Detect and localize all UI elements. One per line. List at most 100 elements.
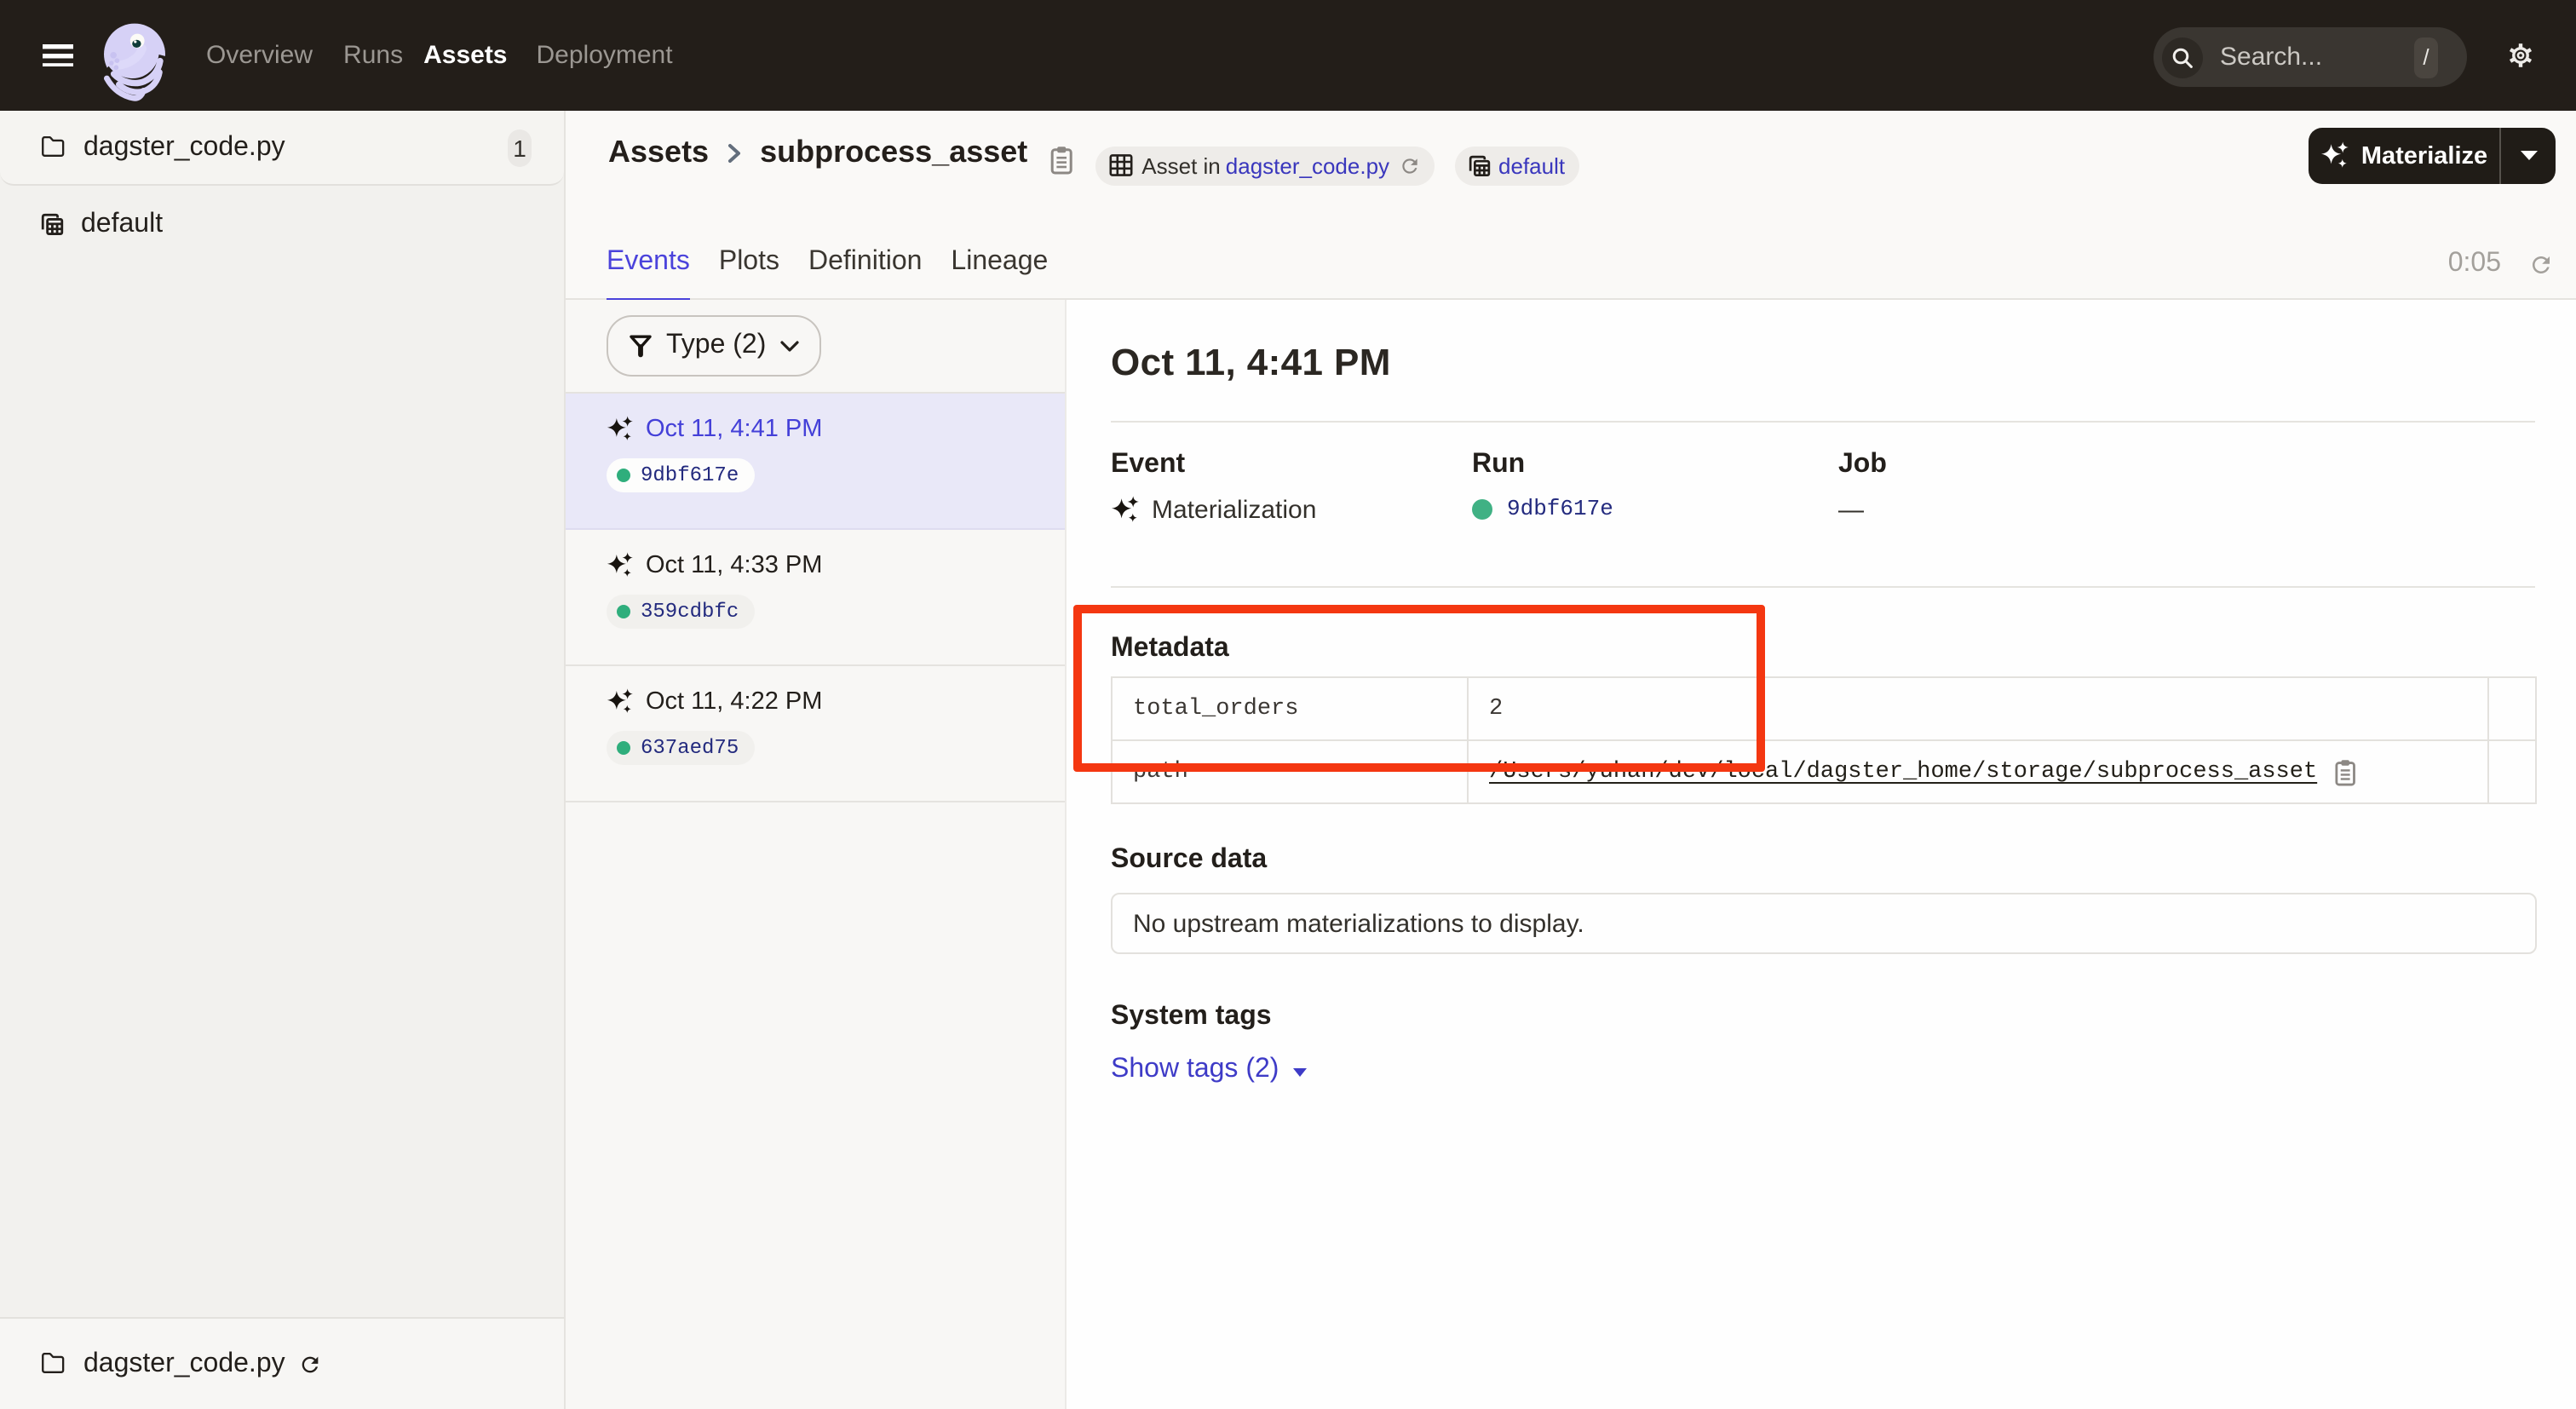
- run-status-dot: [617, 741, 630, 755]
- folder-icon: [41, 137, 65, 158]
- search-input[interactable]: Search... /: [2153, 27, 2467, 87]
- sidebar-bottom-code-location[interactable]: dagster_code.py: [0, 1317, 564, 1409]
- page-header: Assets subprocess_asset Asset in dagster…: [566, 111, 2576, 300]
- sparkle-icon: [1111, 496, 1140, 525]
- asset-definition-chip[interactable]: Asset in dagster_code.py: [1095, 146, 1434, 185]
- asset-group-icon: [41, 214, 64, 237]
- nav-item-deployment[interactable]: Deployment: [537, 41, 673, 70]
- caret-down-icon: [1292, 1067, 1306, 1076]
- run-status-dot: [1472, 498, 1492, 519]
- type-filter-button[interactable]: Type (2): [607, 315, 820, 377]
- run-id-link[interactable]: 9dbf617e: [1507, 496, 1613, 521]
- event-column-label: Event: [1111, 450, 1316, 480]
- event-time-row: Oct 11, 4:22 PM: [607, 688, 1024, 716]
- copy-icon[interactable]: [2332, 757, 2358, 786]
- tab-lineage[interactable]: Lineage: [951, 247, 1048, 302]
- search-icon-wrap: [2162, 37, 2203, 78]
- path-link[interactable]: /Users/yuhan/dev/local/dagster_home/stor…: [1489, 759, 2317, 785]
- event-detail-title: Oct 11, 4:41 PM: [1111, 341, 1391, 385]
- table-grid-icon: [1109, 153, 1133, 177]
- sidebar-item-code-location[interactable]: dagster_code.py 1: [0, 111, 564, 186]
- metadata-action-cell: [2488, 677, 2536, 740]
- nav-item-assets[interactable]: Assets: [423, 41, 507, 70]
- tab-events[interactable]: Events: [607, 247, 690, 302]
- copy-icon[interactable]: [1048, 145, 1075, 175]
- event-time: Oct 11, 4:22 PM: [646, 688, 822, 716]
- chip-reload-icon[interactable]: [1398, 154, 1420, 176]
- chip-group-link[interactable]: default: [1498, 152, 1565, 178]
- metadata-heading: Metadata: [1111, 634, 1229, 664]
- tab-bar: Events Plots Definition Lineage: [607, 247, 1077, 302]
- nav-item-overview[interactable]: Overview: [206, 41, 313, 70]
- event-column: Event Materialization: [1111, 450, 1316, 525]
- divider: [1111, 586, 2535, 588]
- event-detail-panel: Oct 11, 4:41 PM Event Materialization Ru…: [1067, 300, 2576, 1409]
- sparkle-icon: [607, 552, 634, 579]
- job-value-row: —: [1838, 496, 1887, 525]
- caret-down-icon: [2519, 150, 2538, 162]
- tab-label: Definition: [808, 247, 922, 276]
- materialize-button-main[interactable]: Materialize: [2309, 128, 2499, 184]
- menu-icon[interactable]: [43, 43, 73, 67]
- materialize-label: Materialize: [2361, 142, 2487, 170]
- nav-links: Overview Runs Assets Deployment: [206, 0, 673, 111]
- top-nav: Overview Runs Assets Deployment Search..…: [0, 0, 2576, 111]
- show-tags-toggle[interactable]: Show tags (2): [1111, 1055, 1306, 1085]
- event-list-item[interactable]: Oct 11, 4:22 PM 637aed75: [566, 666, 1065, 802]
- reload-icon[interactable]: [299, 1352, 323, 1376]
- sidebar-item-default-group[interactable]: default: [0, 187, 564, 262]
- tab-definition[interactable]: Definition: [808, 247, 922, 302]
- folder-icon: [41, 1354, 65, 1374]
- materialize-button[interactable]: Materialize: [2309, 128, 2556, 184]
- system-tags-heading: System tags: [1111, 1002, 1272, 1032]
- event-time-row: Oct 11, 4:33 PM: [607, 552, 1024, 579]
- table-row: total_orders 2: [1112, 677, 2536, 740]
- run-column-label: Run: [1472, 450, 1613, 480]
- job-column: Job —: [1838, 450, 1887, 525]
- run-id: 359cdbfc: [641, 600, 739, 624]
- refresh-icon[interactable]: [2528, 251, 2554, 277]
- settings-gear-icon[interactable]: [2508, 43, 2533, 68]
- job-value: —: [1838, 496, 1864, 525]
- chevron-down-icon: [779, 340, 798, 352]
- path-cell: /Users/yuhan/dev/local/dagster_home/stor…: [1489, 757, 2467, 786]
- run-status-dot: [617, 605, 630, 618]
- chip-prefix: Asset in: [1141, 152, 1221, 178]
- job-column-label: Job: [1838, 450, 1887, 480]
- asset-group-icon: [1468, 154, 1490, 176]
- tab-label: Lineage: [951, 247, 1048, 276]
- metadata-action-cell: [2488, 740, 2536, 803]
- run-id-pill[interactable]: 9dbf617e: [607, 458, 754, 492]
- sidebar-item-label: dagster_code.py: [83, 132, 508, 163]
- run-column: Run 9dbf617e: [1472, 450, 1613, 521]
- breadcrumb-assets[interactable]: Assets: [608, 134, 709, 170]
- event-list-item[interactable]: Oct 11, 4:41 PM 9dbf617e: [566, 394, 1065, 530]
- tab-plots[interactable]: Plots: [719, 247, 779, 302]
- source-data-empty-box: No upstream materializations to display.: [1111, 893, 2537, 954]
- refresh-elapsed: 0:05: [2448, 249, 2501, 279]
- materialize-dropdown-button[interactable]: [2501, 128, 2556, 184]
- source-data-heading: Source data: [1111, 845, 1267, 876]
- sidebar-group-label: default: [81, 210, 163, 240]
- event-list-item[interactable]: Oct 11, 4:33 PM 359cdbfc: [566, 530, 1065, 666]
- run-id-pill[interactable]: 637aed75: [607, 731, 754, 765]
- event-value-row: Materialization: [1111, 496, 1316, 525]
- run-id: 637aed75: [641, 736, 739, 760]
- run-id-pill[interactable]: 359cdbfc: [607, 595, 754, 629]
- breadcrumb: Assets subprocess_asset Asset in dagster…: [608, 140, 1578, 191]
- metadata-value: /Users/yuhan/dev/local/dagster_home/stor…: [1468, 740, 2488, 803]
- search-shortcut-key: /: [2414, 37, 2438, 78]
- filter-label: Type (2): [666, 331, 766, 361]
- dagster-logo[interactable]: [102, 22, 169, 106]
- tab-label: Plots: [719, 247, 779, 276]
- chip-code-location-link[interactable]: dagster_code.py: [1226, 152, 1389, 178]
- metadata-key: path: [1112, 740, 1468, 803]
- run-value-row: 9dbf617e: [1472, 496, 1613, 521]
- sparkle-icon: [607, 688, 634, 716]
- group-chip[interactable]: default: [1454, 146, 1578, 185]
- divider: [1111, 421, 2535, 423]
- nav-item-runs[interactable]: Runs: [343, 41, 403, 70]
- show-tags-label: Show tags (2): [1111, 1055, 1279, 1085]
- metadata-key: total_orders: [1112, 677, 1468, 740]
- source-data-empty-message: No upstream materializations to display.: [1133, 909, 1584, 938]
